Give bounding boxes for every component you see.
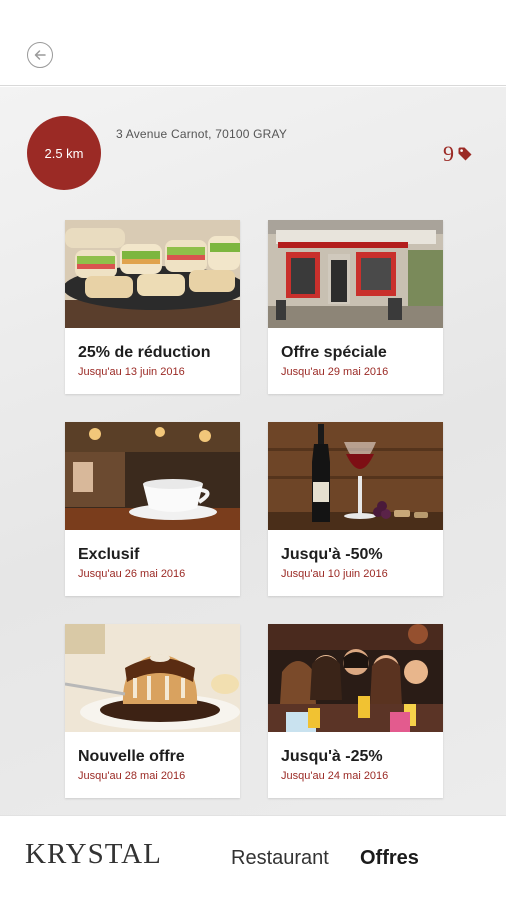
top-bar <box>0 0 506 86</box>
offer-card[interactable]: Nouvelle offre Jusqu'au 28 mai 2016 <box>65 624 240 798</box>
offer-title: Jusqu'à -50% <box>281 546 383 563</box>
offer-date: Jusqu'au 13 juin 2016 <box>78 366 185 378</box>
offer-count: 9 <box>443 141 473 167</box>
sandwiches-photo <box>65 220 240 328</box>
offer-card[interactable]: 25% de réduction Jusqu'au 13 juin 2016 <box>65 220 240 394</box>
offer-date: Jusqu'au 26 mai 2016 <box>78 568 186 580</box>
offers-content: 2.5 km 3 Avenue Carnot, 70100 GRAY 9 25%… <box>0 87 506 815</box>
offer-card[interactable]: Jusqu'à -50% Jusqu'au 10 juin 2016 <box>268 422 443 596</box>
krystal-logo[interactable]: KRYSTAL <box>25 838 162 871</box>
arrow-left-icon <box>34 50 46 60</box>
offer-card[interactable]: Exclusif Jusqu'au 26 mai 2016 <box>65 422 240 596</box>
offer-title: Offre spéciale <box>281 344 387 361</box>
offer-date: Jusqu'au 29 mai 2016 <box>281 366 389 378</box>
offer-title: Exclusif <box>78 546 140 563</box>
restaurant-facade-photo <box>268 220 443 328</box>
offer-count-value: 9 <box>443 141 454 166</box>
back-button[interactable] <box>27 42 53 68</box>
friends-bar-photo <box>268 624 443 732</box>
offer-title: Nouvelle offre <box>78 748 185 765</box>
offer-card[interactable]: Jusqu'à -25% Jusqu'au 24 mai 2016 <box>268 624 443 798</box>
tab-offres[interactable]: Offres <box>360 847 419 870</box>
price-tag-icon <box>458 147 472 161</box>
coffee-cup-photo <box>65 422 240 530</box>
distance-badge: 2.5 km <box>27 116 101 190</box>
offer-date: Jusqu'au 24 mai 2016 <box>281 770 389 782</box>
offer-title: Jusqu'à -25% <box>281 748 383 765</box>
wine-bottle-photo <box>268 422 443 530</box>
offer-title: 25% de réduction <box>78 344 211 361</box>
dessert-photo <box>65 624 240 732</box>
offer-date: Jusqu'au 28 mai 2016 <box>78 770 186 782</box>
offer-date: Jusqu'au 10 juin 2016 <box>281 568 388 580</box>
restaurant-address: 3 Avenue Carnot, 70100 GRAY <box>116 127 288 141</box>
bottom-navigation: KRYSTAL Restaurant Offres <box>0 815 506 900</box>
offer-card[interactable]: Offre spéciale Jusqu'au 29 mai 2016 <box>268 220 443 394</box>
tab-restaurant[interactable]: Restaurant <box>231 847 329 870</box>
